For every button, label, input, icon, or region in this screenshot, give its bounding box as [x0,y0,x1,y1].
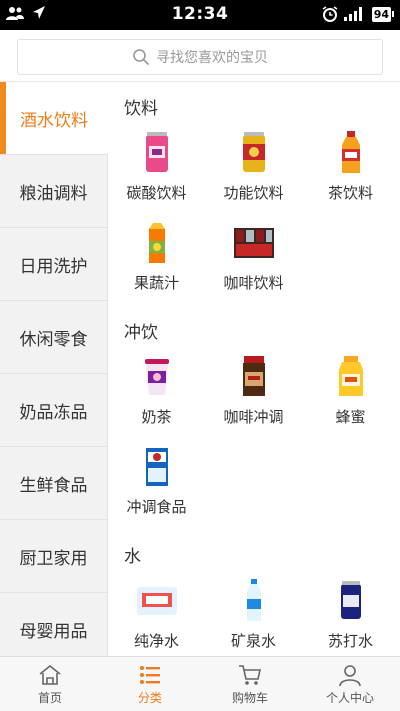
subcategory-item[interactable]: 茶饮料 [302,126,399,216]
tea-bottle-icon [328,130,374,176]
water-bottle-icon [231,578,277,624]
sidebar-item-baby[interactable]: 母婴用品 [0,593,108,656]
energy-drink-can-icon [231,130,277,176]
search-icon [133,49,149,65]
subcategory-item[interactable]: 碳酸饮料 [108,126,205,216]
subcategory-label: 冲调食品 [126,498,187,516]
subcategory-item[interactable]: 蜂蜜 [302,350,399,440]
user-icon [339,664,361,686]
subcategory-label: 蜂蜜 [335,408,366,426]
subcategory-item[interactable]: 纯净水 [108,574,205,656]
subcategory-item[interactable]: 矿泉水 [205,574,302,656]
category-content: 饮料 碳酸饮料 功能饮料 茶饮料 果蔬汁 咖啡饮料 冲饮 奶茶 咖啡冲调 蜂蜜 … [108,82,400,656]
subcategory-label: 茶饮料 [327,184,373,202]
subcategory-item[interactable]: 果蔬汁 [108,216,205,306]
subcategory-item[interactable]: 冲调食品 [108,440,205,530]
search-input[interactable]: 寻找您喜欢的宝贝 [17,39,383,75]
subcategory-label: 矿泉水 [230,632,276,650]
subcategory-label: 咖啡冲调 [223,408,284,426]
status-bar: 12:34 94 [0,0,400,30]
section-grid: 奶茶 咖啡冲调 蜂蜜 冲调食品 [108,350,400,530]
oatmeal-box-icon [134,444,180,490]
subcategory-label: 功能饮料 [223,184,284,202]
sidebar-item-grain-oil[interactable]: 粮油调料 [0,155,108,228]
subcategory-label: 咖啡饮料 [223,274,284,292]
battery-level: 94 [371,6,391,22]
subcategory-item[interactable]: 苏打水 [302,574,399,656]
sidebar-item-fresh-food[interactable]: 生鲜食品 [0,447,108,520]
section-grid: 纯净水 矿泉水 苏打水 [108,574,400,656]
sidebar-item-drinks[interactable]: 酒水饮料 [0,82,108,155]
section-grid: 碳酸饮料 功能饮料 茶饮料 果蔬汁 咖啡饮料 [108,126,400,306]
subcategory-item[interactable]: 奶茶 [108,350,205,440]
nav-label: 首页 [37,690,62,705]
section-title: 冲饮 [124,323,158,343]
nav-category[interactable]: 分类 [100,657,200,711]
nav-profile[interactable]: 个人中心 [300,657,400,711]
subcategory-label: 苏打水 [327,632,373,650]
milk-tea-cup-icon [134,354,180,400]
nav-home[interactable]: 首页 [0,657,100,711]
coffee-cans-pack-icon [231,220,277,266]
subcategory-item[interactable]: 功能饮料 [205,126,302,216]
subcategory-item[interactable]: 咖啡饮料 [205,216,302,306]
section-title: 水 [124,547,141,567]
bottom-nav: 首页 分类 购物车 个人中心 [0,656,400,711]
water-pack-icon [134,578,180,624]
nav-label: 分类 [137,690,162,705]
nav-cart[interactable]: 购物车 [200,657,300,711]
subcategory-label: 碳酸饮料 [126,184,187,202]
battery-icon: 94 [371,6,394,22]
cart-icon [239,664,261,685]
soda-can-icon [134,130,180,176]
sidebar-item-dairy-frozen[interactable]: 奶品冻品 [0,374,108,447]
search-placeholder: 寻找您喜欢的宝贝 [156,50,268,66]
soda-water-can-icon [328,578,374,624]
nav-label: 个人中心 [325,690,374,705]
sidebar-item-daily-care[interactable]: 日用洗护 [0,228,108,301]
sidebar-item-snacks[interactable]: 休闲零食 [0,301,108,374]
juice-carton-icon [134,220,180,266]
subcategory-item[interactable]: 咖啡冲调 [205,350,302,440]
signal-icon [343,7,362,21]
honey-jar-icon [328,354,374,400]
alarm-clock-icon [322,6,338,22]
subcategory-label: 奶茶 [141,408,172,426]
search-area: 寻找您喜欢的宝贝 [0,30,400,82]
sidebar-item-kitchen-home[interactable]: 厨卫家用 [0,520,108,593]
subcategory-label: 果蔬汁 [133,274,179,292]
category-sidebar: 酒水饮料 粮油调料 日用洗护 休闲零食 奶品冻品 生鲜食品 厨卫家用 母婴用品 [0,82,108,656]
nav-label: 购物车 [231,690,268,705]
subcategory-label: 纯净水 [133,632,179,650]
home-icon [39,664,61,685]
coffee-jar-icon [231,354,277,400]
section-title: 饮料 [124,99,158,119]
category-list-icon [140,665,160,684]
